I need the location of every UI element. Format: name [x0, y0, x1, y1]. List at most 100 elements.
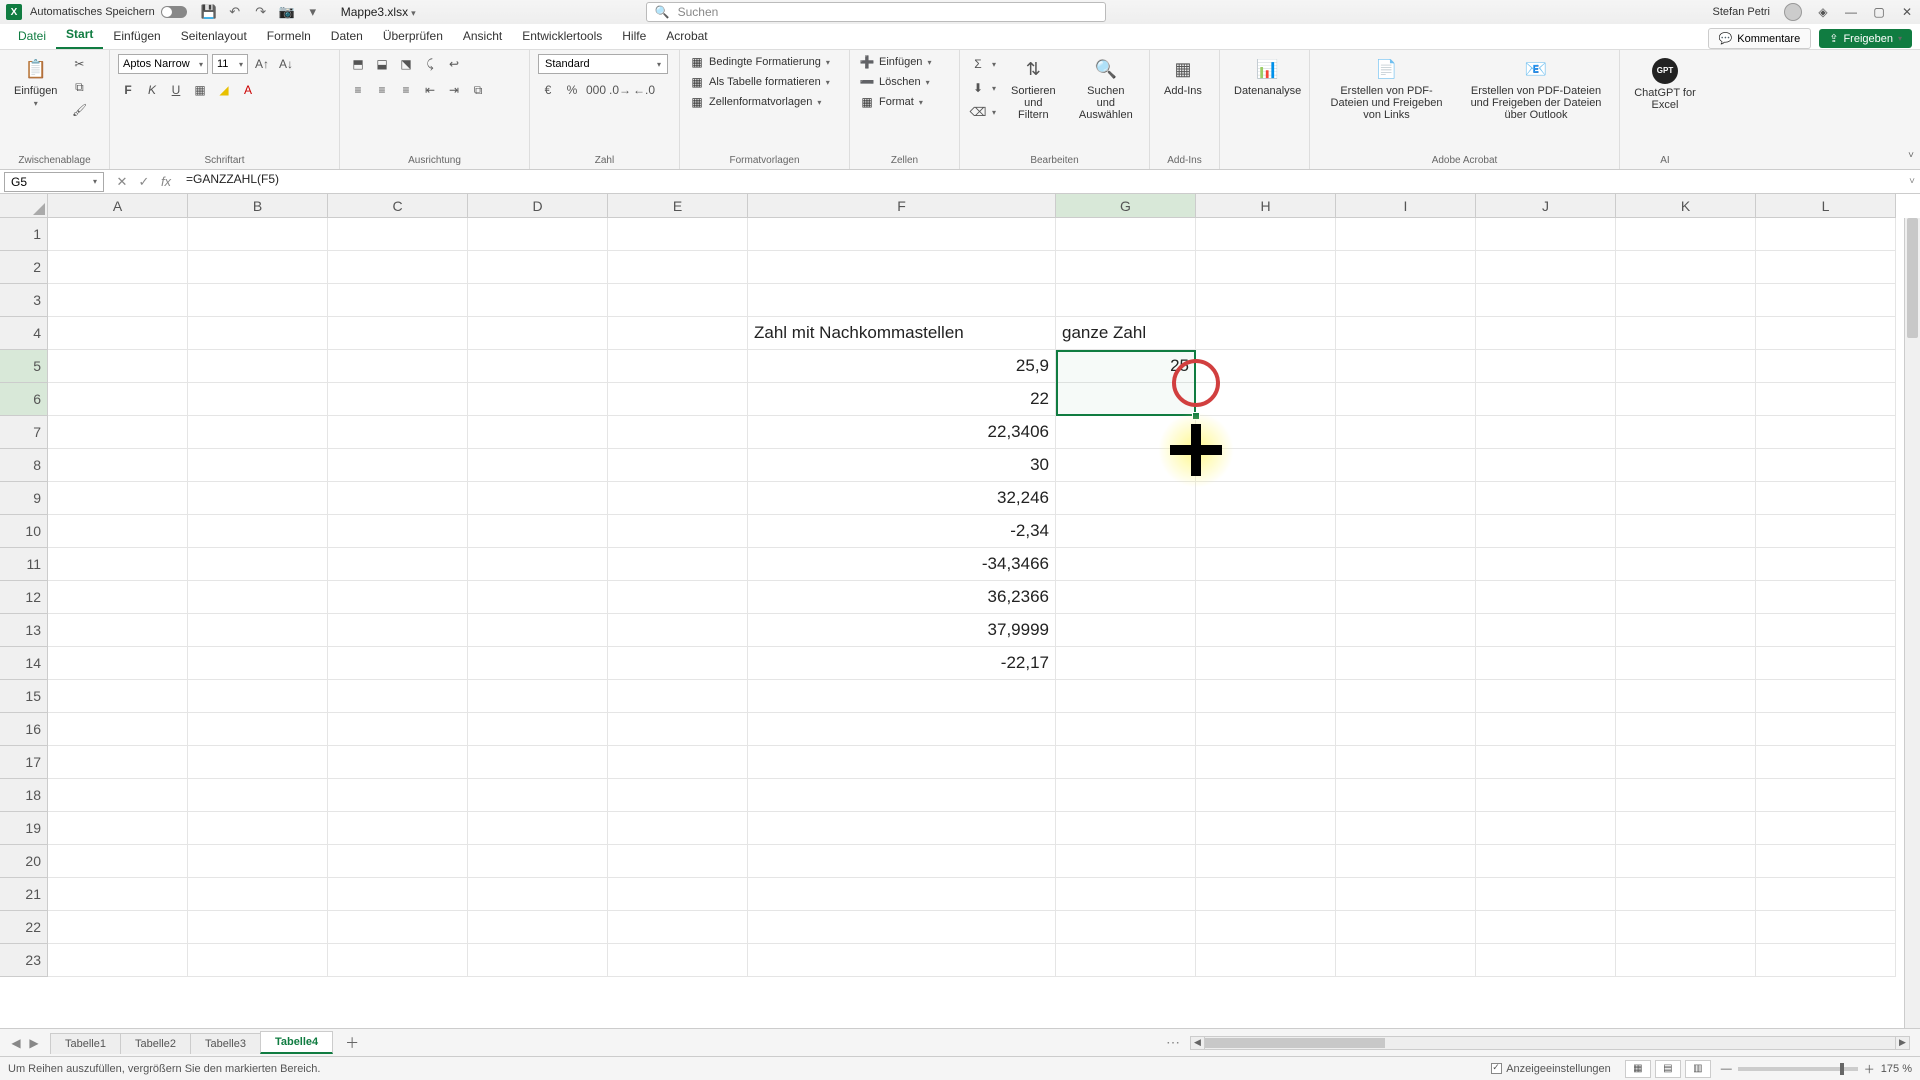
colhead-F[interactable]: F [748, 194, 1056, 218]
tab-data[interactable]: Daten [321, 24, 373, 49]
avatar[interactable] [1784, 3, 1802, 21]
scroll-right-icon[interactable]: ▶ [1895, 1037, 1909, 1049]
rowhead-19[interactable]: 19 [0, 812, 48, 845]
horizontal-scrollbar[interactable]: ◀ ▶ [1190, 1036, 1910, 1050]
chevron-down-icon[interactable]: ▾ [411, 8, 416, 18]
toggle-switch-icon[interactable] [161, 6, 187, 18]
sheet-nav-prev-icon[interactable]: ◀ [8, 1036, 24, 1050]
select-all-triangle[interactable] [0, 194, 48, 218]
rowhead-2[interactable]: 2 [0, 251, 48, 284]
rowhead-7[interactable]: 7 [0, 416, 48, 449]
cell-styles-button[interactable]: ▦Zellenformatvorlagen▾ [688, 94, 832, 110]
align-top-icon[interactable]: ⬒ [348, 54, 368, 74]
addins-button[interactable]: ▦Add-Ins [1158, 54, 1208, 101]
italic-icon[interactable]: K [142, 80, 162, 100]
cell-F10[interactable]: -2,34 [748, 515, 1056, 548]
underline-icon[interactable]: U [166, 80, 186, 100]
zoom-in-icon[interactable]: ＋ [1864, 1061, 1875, 1077]
font-color-icon[interactable]: A [238, 80, 258, 100]
save-icon[interactable]: 💾 [201, 4, 217, 20]
collapse-ribbon-icon[interactable]: ˅ [1908, 150, 1914, 161]
thousands-icon[interactable]: 000 [586, 80, 606, 100]
align-center-icon[interactable]: ≡ [372, 80, 392, 100]
merge-icon[interactable]: ⧉ [468, 80, 488, 100]
sheet-tab-1[interactable]: Tabelle1 [50, 1033, 121, 1054]
colhead-H[interactable]: H [1196, 194, 1336, 218]
cells-area[interactable]: Zahl mit Nachkommastellenganze Zahl 25,9… [48, 218, 1904, 1028]
sheet-menu-icon[interactable]: ⋯ [1166, 1034, 1180, 1051]
number-format-select[interactable]: Standard▾ [538, 54, 668, 74]
data-analysis-button[interactable]: 📊Datenanalyse [1228, 54, 1307, 101]
colhead-G[interactable]: G [1056, 194, 1196, 218]
font-name-select[interactable]: Aptos Narrow▾ [118, 54, 208, 74]
expand-formula-icon[interactable]: ˅ [1904, 176, 1920, 187]
tab-pagelayout[interactable]: Seitenlayout [171, 24, 257, 49]
clear-icon[interactable]: ⌫ [968, 102, 988, 122]
cell-F4[interactable]: Zahl mit Nachkommastellen [748, 317, 1056, 350]
colhead-L[interactable]: L [1756, 194, 1896, 218]
search-box[interactable]: 🔍 Suchen [646, 2, 1106, 22]
view-pagebreak-icon[interactable]: ▥ [1685, 1060, 1711, 1078]
maximize-icon[interactable]: ▢ [1872, 5, 1886, 19]
conditional-format-button[interactable]: ▦Bedingte Formatierung▾ [688, 54, 832, 70]
align-left-icon[interactable]: ≡ [348, 80, 368, 100]
close-icon[interactable]: ✕ [1900, 5, 1914, 19]
colhead-D[interactable]: D [468, 194, 608, 218]
cell-F14[interactable]: -22,17 [748, 647, 1056, 680]
colhead-E[interactable]: E [608, 194, 748, 218]
vertical-scrollbar[interactable] [1904, 218, 1920, 1028]
fx-icon[interactable]: fx [156, 172, 176, 192]
bold-icon[interactable]: F [118, 80, 138, 100]
zoom-out-icon[interactable]: — [1721, 1063, 1732, 1075]
scroll-left-icon[interactable]: ◀ [1191, 1037, 1205, 1049]
format-painter-icon[interactable]: 🖌 [69, 100, 89, 120]
undo-icon[interactable]: ↶ [227, 4, 243, 20]
rowhead-12[interactable]: 12 [0, 581, 48, 614]
copy-icon[interactable]: ⧉ [69, 77, 89, 97]
rowhead-4[interactable]: 4 [0, 317, 48, 350]
cell-F9[interactable]: 32,246 [748, 482, 1056, 515]
comments-button[interactable]: 💬Kommentare [1708, 28, 1812, 49]
rowhead-1[interactable]: 1 [0, 218, 48, 251]
cancel-formula-icon[interactable]: ✕ [112, 172, 132, 192]
minimize-icon[interactable]: — [1844, 5, 1858, 19]
rowhead-14[interactable]: 14 [0, 647, 48, 680]
rowhead-23[interactable]: 23 [0, 944, 48, 977]
filename-label[interactable]: Mappe3.xlsx▾ [341, 5, 416, 19]
worksheet-grid[interactable]: A B C D E F G H I J K L 1 2 3 4 5 6 7 8 … [0, 194, 1920, 1028]
fill-icon[interactable]: ⬇ [968, 78, 988, 98]
orientation-icon[interactable]: ⤹ [420, 54, 440, 74]
fill-color-icon[interactable]: ◢ [214, 80, 234, 100]
cell-F5[interactable]: 25,9 [748, 350, 1056, 383]
increase-decimal-icon[interactable]: .0→ [610, 80, 630, 100]
rowhead-16[interactable]: 16 [0, 713, 48, 746]
view-pagelayout-icon[interactable]: ▤ [1655, 1060, 1681, 1078]
decrease-decimal-icon[interactable]: ←.0 [634, 80, 654, 100]
pdf-outlook-button[interactable]: 📧Erstellen von PDF-Dateien und Freigeben… [1461, 54, 1611, 125]
border-icon[interactable]: ▦ [190, 80, 210, 100]
sheet-tab-3[interactable]: Tabelle3 [190, 1033, 261, 1054]
colhead-A[interactable]: A [48, 194, 188, 218]
insert-cells-button[interactable]: ➕Einfügen▾ [858, 54, 933, 70]
cell-F7[interactable]: 22,3406 [748, 416, 1056, 449]
align-bottom-icon[interactable]: ⬔ [396, 54, 416, 74]
currency-icon[interactable]: € [538, 80, 558, 100]
tab-formulas[interactable]: Formeln [257, 24, 321, 49]
rowhead-6[interactable]: 6 [0, 383, 48, 416]
colhead-C[interactable]: C [328, 194, 468, 218]
rowhead-13[interactable]: 13 [0, 614, 48, 647]
indent-increase-icon[interactable]: ⇥ [444, 80, 464, 100]
decrease-font-icon[interactable]: A↓ [276, 54, 296, 74]
cell-F8[interactable]: 30 [748, 449, 1056, 482]
rowhead-18[interactable]: 18 [0, 779, 48, 812]
sheet-tab-2[interactable]: Tabelle2 [120, 1033, 191, 1054]
zoom-slider[interactable] [1738, 1067, 1858, 1071]
autosave-toggle[interactable]: Automatisches Speichern [30, 6, 187, 18]
rowhead-8[interactable]: 8 [0, 449, 48, 482]
format-as-table-button[interactable]: ▦Als Tabelle formatieren▾ [688, 74, 832, 90]
zoom-level[interactable]: 175 % [1881, 1063, 1912, 1075]
accept-formula-icon[interactable]: ✓ [134, 172, 154, 192]
sheet-nav-next-icon[interactable]: ▶ [26, 1036, 42, 1050]
rowhead-10[interactable]: 10 [0, 515, 48, 548]
chatgpt-button[interactable]: GPTChatGPT for Excel [1628, 54, 1702, 115]
